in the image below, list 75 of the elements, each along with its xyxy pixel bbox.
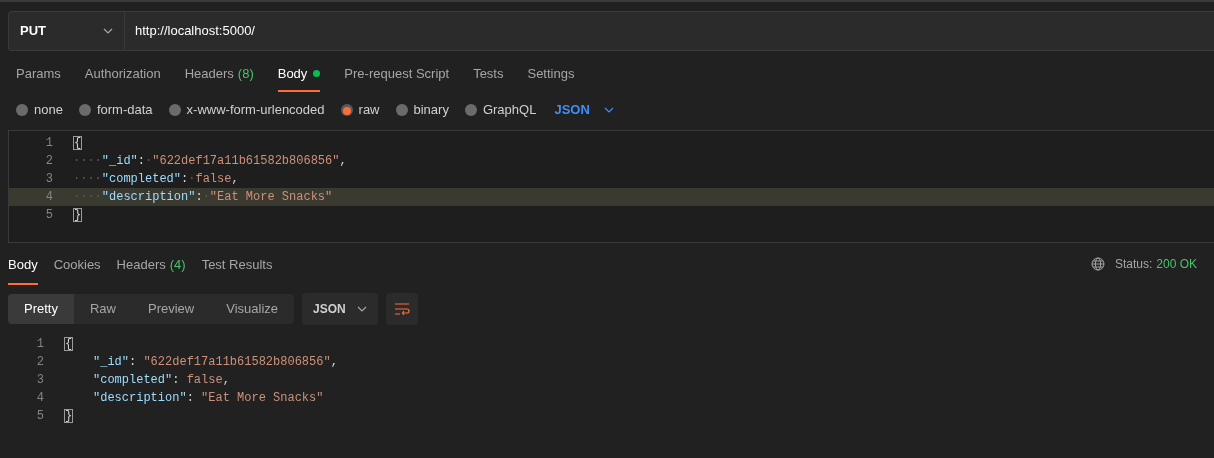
code-bracket: } xyxy=(73,208,83,222)
code-key: "_id" xyxy=(93,353,129,371)
tab[interactable]: Pre-request Script xyxy=(344,65,450,92)
tab[interactable]: Cookies xyxy=(53,255,101,285)
chevron-icon xyxy=(603,107,614,113)
line-number: 5 xyxy=(35,408,44,425)
line-number: 1 xyxy=(44,135,53,152)
line-number: 1 xyxy=(35,336,44,353)
tab-count: (8) xyxy=(237,64,254,83)
line-number: 2 xyxy=(35,354,44,371)
radio-option[interactable]: binary xyxy=(395,100,449,120)
line-number: 3 xyxy=(44,171,53,188)
code-punctuation: , xyxy=(330,354,338,371)
code-literal: false xyxy=(195,171,232,188)
chevron-icon xyxy=(357,306,368,312)
tab[interactable]: Body xyxy=(8,255,38,285)
radio-option[interactable]: x-www-form-urlencoded xyxy=(168,100,325,120)
tab[interactable]: Headers (4) xyxy=(116,255,186,285)
line-number: 5 xyxy=(44,207,53,224)
code-punctuation: : xyxy=(137,153,146,170)
whitespace-marker: · xyxy=(188,171,196,188)
code-key: "_id" xyxy=(101,152,138,170)
line-number: 4 xyxy=(35,390,44,407)
tab[interactable]: Params xyxy=(16,65,61,92)
radio-option[interactable]: raw xyxy=(340,100,380,120)
code-string: "622def17a11b61582b806856" xyxy=(143,354,331,371)
status-value: 200 OK xyxy=(1156,256,1197,273)
tab[interactable]: Headers (8) xyxy=(184,65,254,92)
view-mode-tab[interactable]: Visualize xyxy=(210,294,295,324)
whitespace-marker: ···· xyxy=(73,189,102,206)
status-label: Status: xyxy=(1114,256,1153,273)
tab[interactable]: Authorization xyxy=(84,65,161,92)
globe-icon xyxy=(1090,257,1105,271)
code-punctuation: : xyxy=(195,189,203,206)
whitespace-marker: ···· xyxy=(73,171,102,188)
tab-count: (4) xyxy=(169,256,186,274)
line-number: 3 xyxy=(35,372,44,389)
line-number: 2 xyxy=(44,153,53,170)
code-key: "description" xyxy=(93,389,187,407)
code-punctuation: : xyxy=(186,390,195,407)
code-string: "622def17a11b61582b806856" xyxy=(152,153,340,170)
code-key: "description" xyxy=(101,188,196,206)
code-key: "completed" xyxy=(93,371,173,389)
code-bracket: { xyxy=(64,337,74,351)
code-punctuation: , xyxy=(222,372,230,389)
tab[interactable]: Body xyxy=(277,65,321,92)
view-mode-tab[interactable]: Raw xyxy=(73,294,132,324)
code-bracket: { xyxy=(73,136,83,150)
code-string: "Eat More Snacks" xyxy=(201,390,324,407)
code-punctuation: : xyxy=(181,171,189,188)
code-string: "Eat More Snacks" xyxy=(209,189,333,206)
wrap-icon xyxy=(394,303,411,315)
code-punctuation: : xyxy=(129,354,138,371)
code-punctuation: , xyxy=(339,153,347,170)
language-dropdown[interactable]: JSON xyxy=(554,100,614,120)
radio-option[interactable]: GraphQL xyxy=(464,100,537,120)
whitespace-marker: ···· xyxy=(73,153,102,170)
code-bracket: } xyxy=(64,409,74,423)
tab[interactable]: Test Results xyxy=(201,255,273,285)
code-punctuation: : xyxy=(172,372,181,389)
code-key: "completed" xyxy=(101,170,182,188)
format-dropdown[interactable]: JSON xyxy=(302,293,379,325)
whitespace-marker: · xyxy=(145,153,153,170)
line-number: 4 xyxy=(44,189,53,206)
radio-option[interactable]: form-data xyxy=(78,100,153,120)
radio-option[interactable]: none xyxy=(16,100,63,120)
code-punctuation: , xyxy=(231,171,239,188)
code-literal: false xyxy=(186,372,223,389)
view-mode-tab[interactable]: Preview xyxy=(132,294,211,324)
view-mode-tab[interactable]: Pretty xyxy=(8,294,74,324)
tab[interactable]: Tests xyxy=(473,65,504,92)
body-editor[interactable]: 1 { 2 ····"_id":·"622def17a11b61582b806856", 3 ····"completed":·false, 4 ····"description":·"Eat More Snacks" 5 } xyxy=(8,130,1214,243)
tab[interactable]: Settings xyxy=(527,65,575,92)
whitespace-marker: · xyxy=(202,189,210,206)
wrap-lines-button[interactable] xyxy=(386,293,419,325)
